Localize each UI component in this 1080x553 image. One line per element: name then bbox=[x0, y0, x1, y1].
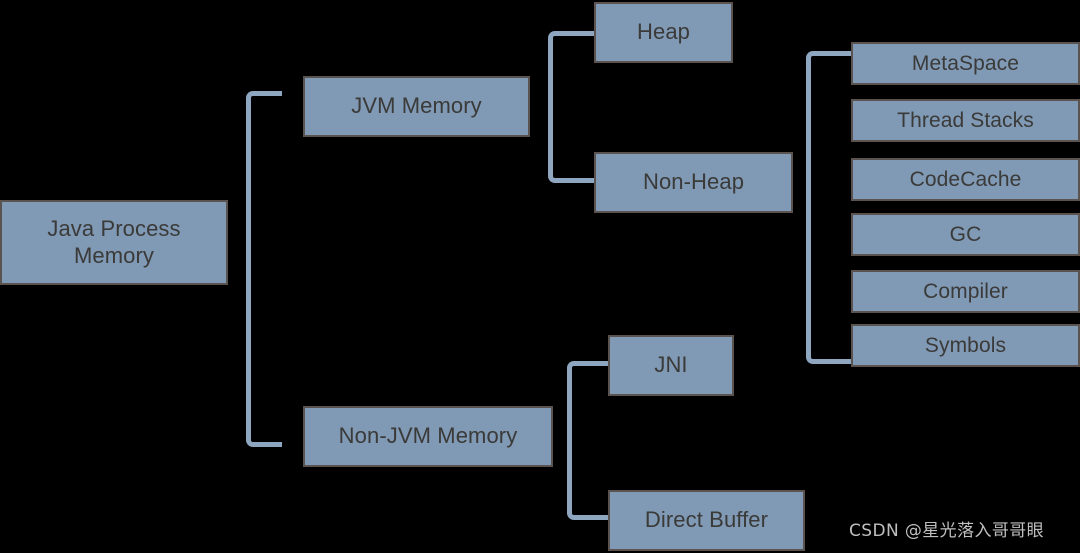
connector-nonjvm-to-children bbox=[567, 361, 608, 520]
node-metaspace[interactable]: MetaSpace bbox=[851, 42, 1080, 85]
node-heap[interactable]: Heap bbox=[594, 2, 733, 63]
node-compiler[interactable]: Compiler bbox=[851, 270, 1080, 313]
connector-jvm-to-heap-groups bbox=[548, 31, 594, 183]
node-thread-stacks[interactable]: Thread Stacks bbox=[851, 99, 1080, 142]
connector-nonheap-to-areas bbox=[806, 51, 852, 364]
node-direct-buffer[interactable]: Direct Buffer bbox=[608, 490, 805, 551]
node-symbols[interactable]: Symbols bbox=[851, 324, 1080, 367]
node-non-heap[interactable]: Non-Heap bbox=[594, 152, 793, 213]
node-jni[interactable]: JNI bbox=[608, 335, 734, 396]
node-non-jvm-memory[interactable]: Non-JVM Memory bbox=[303, 406, 553, 467]
diagram-canvas: Java Process Memory JVM Memory Non-JVM M… bbox=[0, 0, 1080, 553]
connector-root-to-jvm-groups bbox=[246, 91, 282, 447]
node-java-process-memory[interactable]: Java Process Memory bbox=[0, 200, 228, 285]
node-gc[interactable]: GC bbox=[851, 213, 1080, 256]
node-code-cache[interactable]: CodeCache bbox=[851, 158, 1080, 201]
node-jvm-memory[interactable]: JVM Memory bbox=[303, 76, 530, 137]
watermark-csdn: CSDN @星光落入哥哥眼 bbox=[849, 521, 1045, 541]
